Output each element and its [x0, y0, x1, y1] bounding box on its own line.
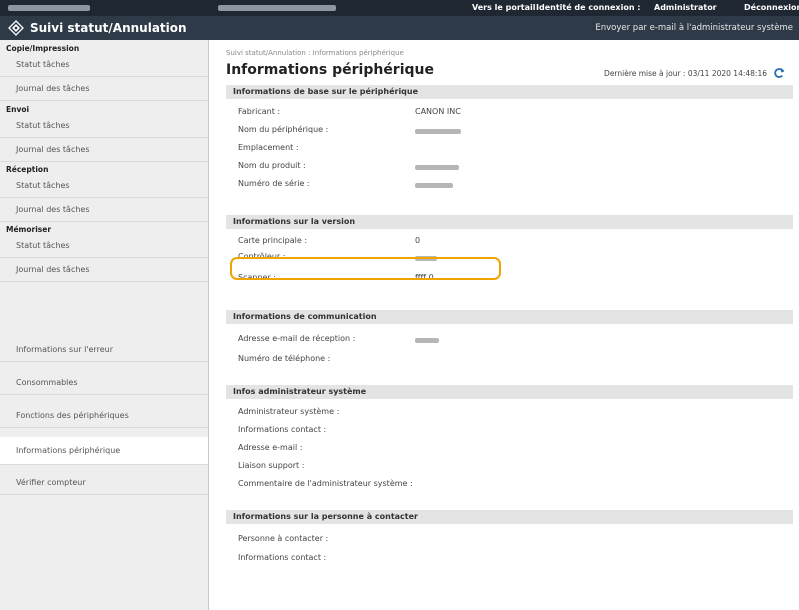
blurred-device-name	[218, 5, 336, 11]
section-admin-info: Infos administrateur système	[226, 385, 793, 399]
row-label-phone-number: Numéro de téléphone :	[238, 354, 331, 363]
section-basic-info: Informations de base sur le périphérique	[226, 85, 793, 99]
row-label-system-admin: Administrateur système :	[238, 407, 340, 416]
top-bar: Vers le portail Identité de connexion : …	[0, 0, 799, 16]
sidebar-item-device-info[interactable]: Informations périphérique	[0, 437, 208, 465]
row-value-product-name-blurred	[415, 165, 459, 170]
sidebar-item-error-info[interactable]: Informations sur l'erreur	[0, 338, 208, 362]
row-label-receive-email: Adresse e-mail de réception :	[238, 334, 356, 343]
breadcrumb: Suivi statut/Annulation : Informations p…	[226, 49, 404, 57]
row-label-contact-info: Informations contact :	[238, 553, 327, 562]
section-contact-person: Informations sur la personne à contacter	[226, 510, 793, 524]
row-value-device-name-blurred	[415, 129, 461, 134]
section-communication-info: Informations de communication	[226, 310, 793, 324]
sidebar-item-send-job-status[interactable]: Statut tâches	[0, 114, 208, 138]
login-user: Administrator	[654, 3, 717, 12]
row-value-receive-email-blurred	[415, 338, 439, 343]
sidebar-item-device-features[interactable]: Fonctions des périphériques	[0, 404, 208, 428]
sidebar-item-receive-job-log[interactable]: Journal des tâches	[0, 198, 208, 222]
sidebar: Copie/Impression Statut tâches Journal d…	[0, 40, 209, 610]
row-label-product-name: Nom du produit :	[238, 161, 306, 170]
sidebar-group-send: Envoi	[6, 105, 30, 114]
row-label-contact-person: Personne à contacter :	[238, 534, 329, 543]
canon-device-logo-icon	[8, 20, 24, 36]
sidebar-item-store-job-status[interactable]: Statut tâches	[0, 234, 208, 258]
last-updated-label: Dernière mise à jour : 03/11 2020 14:48:…	[604, 69, 767, 78]
row-label-admin-contact: Informations contact :	[238, 425, 327, 434]
row-label-serial-number: Numéro de série :	[238, 179, 310, 188]
row-value-manufacturer: CANON INC	[415, 107, 461, 116]
section-version-info: Informations sur la version	[226, 215, 793, 229]
logout-link[interactable]: Déconnexion	[744, 0, 799, 16]
app-header: Suivi statut/Annulation Envoyer par e-ma…	[0, 16, 799, 40]
row-label-admin-comment: Commentaire de l'administrateur système …	[238, 479, 413, 488]
row-label-location: Emplacement :	[238, 143, 299, 152]
blurred-device-address	[8, 5, 90, 11]
sidebar-group-receive: Réception	[6, 165, 49, 174]
controller-highlight	[230, 257, 501, 280]
sidebar-item-copy-job-log[interactable]: Journal des tâches	[0, 77, 208, 101]
page-title: Informations périphérique	[226, 62, 434, 78]
row-value-main-board: 0	[415, 236, 421, 245]
email-admin-link[interactable]: Envoyer par e-mail à l'administrateur sy…	[595, 16, 793, 40]
sidebar-item-store-job-log[interactable]: Journal des tâches	[0, 258, 208, 282]
main-content: Suivi statut/Annulation : Informations p…	[219, 40, 793, 610]
sidebar-item-receive-job-status[interactable]: Statut tâches	[0, 174, 208, 198]
row-label-support-link: Liaison support :	[238, 461, 305, 470]
sidebar-item-send-job-log[interactable]: Journal des tâches	[0, 138, 208, 162]
row-label-main-board: Carte principale :	[238, 236, 308, 245]
sidebar-item-check-counter[interactable]: Vérifier compteur	[0, 471, 208, 495]
row-label-manufacturer: Fabricant :	[238, 107, 281, 116]
sidebar-group-copy-print: Copie/Impression	[6, 44, 80, 53]
portal-link[interactable]: Vers le portail	[472, 0, 536, 16]
sidebar-group-store: Mémoriser	[6, 225, 52, 234]
row-label-device-name: Nom du périphérique :	[238, 125, 329, 134]
refresh-icon[interactable]	[772, 66, 786, 80]
login-id-label: Identité de connexion :	[536, 3, 641, 12]
sidebar-item-copy-job-status[interactable]: Statut tâches	[0, 53, 208, 77]
row-label-admin-email: Adresse e-mail :	[238, 443, 303, 452]
sidebar-item-consumables[interactable]: Consommables	[0, 371, 208, 395]
row-value-serial-number-blurred	[415, 183, 453, 188]
app-title: Suivi statut/Annulation	[30, 21, 187, 35]
